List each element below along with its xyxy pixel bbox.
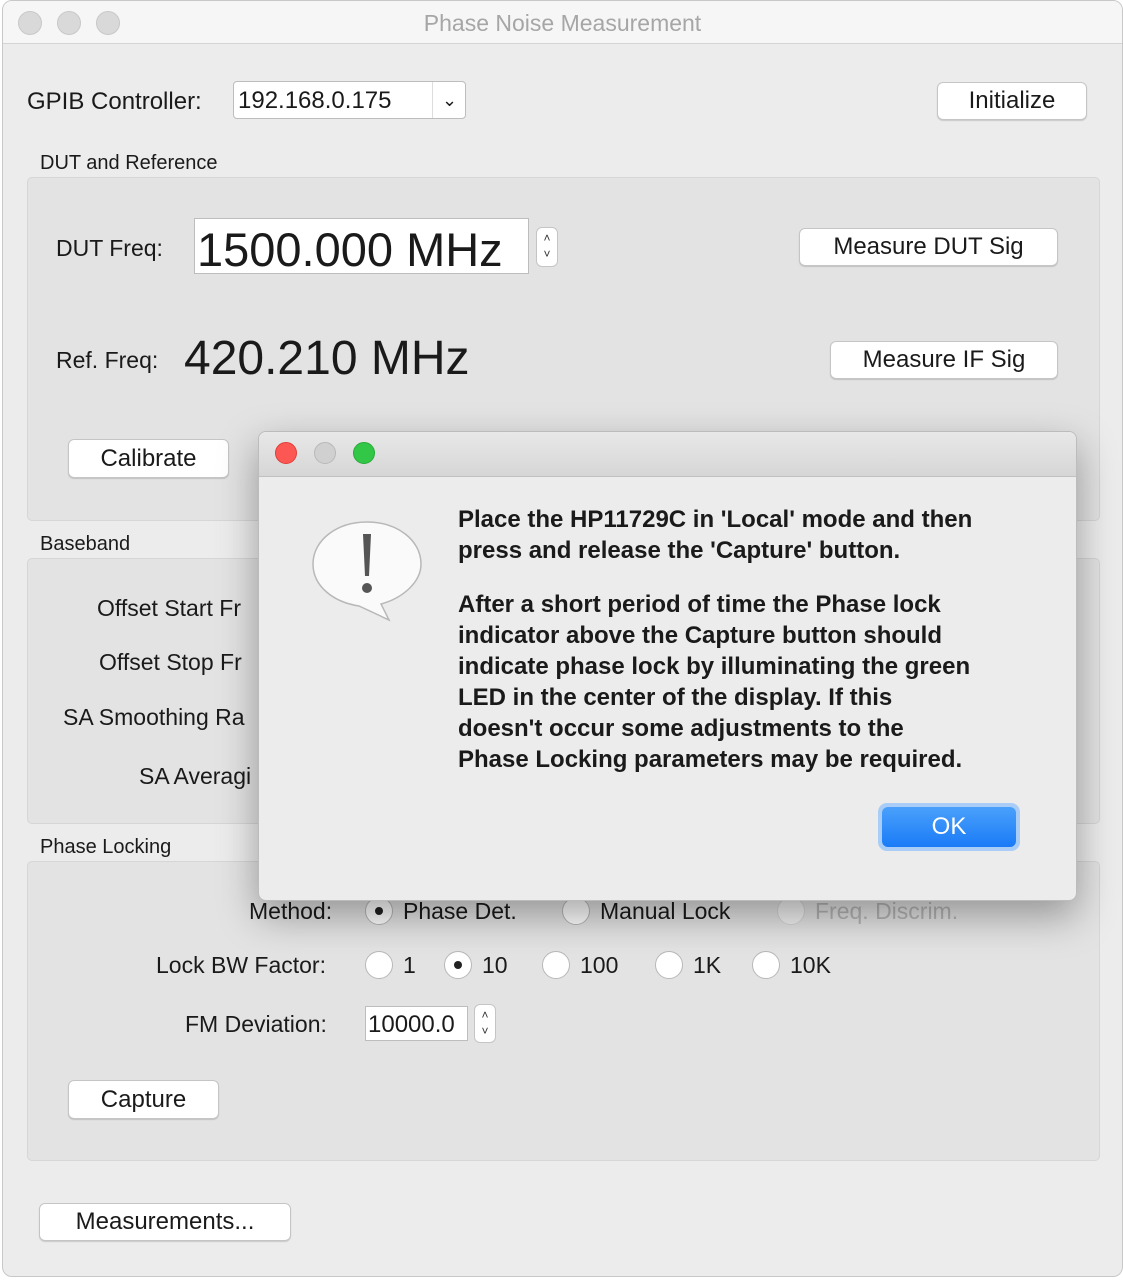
measure-dut-button[interactable]: Measure DUT Sig xyxy=(799,228,1058,266)
fm-deviation-value: 10000.0 xyxy=(368,1011,455,1038)
window-title: Phase Noise Measurement xyxy=(423,10,702,36)
dut-freq-stepper[interactable]: ˄ ˅ xyxy=(536,227,558,267)
offset-start-label: Offset Start Fr xyxy=(97,595,241,621)
ok-button[interactable]: OK xyxy=(882,807,1016,847)
initialize-button[interactable]: Initialize xyxy=(937,82,1087,120)
message-line: Place the HP11729C in 'Local' mode and t… xyxy=(458,506,973,533)
method-manual-lock-label: Manual Lock xyxy=(600,898,731,924)
chevron-down-icon[interactable]: ⌄ xyxy=(432,82,466,118)
dialog-title-bar xyxy=(259,432,1076,477)
bw-100-label: 100 xyxy=(580,952,619,978)
message-line: Phase Locking parameters may be required… xyxy=(458,746,963,773)
sa-smoothing-label: SA Smoothing Ra xyxy=(63,704,245,730)
method-freq-discrim-radio[interactable] xyxy=(777,897,805,925)
bw-1-radio[interactable] xyxy=(365,951,393,979)
sa-averaging-label: SA Averagi xyxy=(139,763,252,789)
dialog-close-button[interactable] xyxy=(275,442,297,464)
capture-button[interactable]: Capture xyxy=(68,1080,219,1119)
message-line: indicator above the Capture button shoul… xyxy=(458,622,943,649)
bw-10k-label: 10K xyxy=(790,952,831,978)
message-line: LED in the center of the display. If thi… xyxy=(458,684,893,711)
gpib-combo[interactable]: 192.168.0.175 ⌄ xyxy=(233,81,466,119)
bw-10-radio[interactable] xyxy=(444,951,472,979)
method-phase-det-radio[interactable] xyxy=(365,897,393,925)
fm-deviation-stepper[interactable]: ˄ ˅ xyxy=(474,1004,496,1043)
method-manual-lock-radio[interactable] xyxy=(562,897,590,925)
dialog-minimize-button[interactable] xyxy=(314,442,336,464)
message-line: doesn't occur some adjustments to the xyxy=(458,715,904,742)
offset-stop-label: Offset Stop Fr xyxy=(99,649,242,675)
fm-deviation-input[interactable]: 10000.0 xyxy=(365,1006,468,1041)
method-phase-det-label: Phase Det. xyxy=(403,898,517,924)
bw-1k-label: 1K xyxy=(693,952,722,978)
method-label: Method: xyxy=(249,898,333,924)
gpib-label: GPIB Controller: xyxy=(27,88,202,115)
bw-1-label: 1 xyxy=(403,952,416,978)
fm-deviation-label: FM Deviation: xyxy=(185,1011,327,1037)
phase-locking-group-title: Phase Locking xyxy=(40,836,172,858)
dialog-message-1: Place the HP11729C in 'Local' mode and t… xyxy=(458,504,1048,566)
gpib-value: 192.168.0.175 xyxy=(238,87,392,114)
dut-freq-label: DUT Freq: xyxy=(56,235,163,261)
ref-freq-label: Ref. Freq: xyxy=(56,347,159,373)
lock-bw-label: Lock BW Factor: xyxy=(156,952,326,978)
message-line: indicate phase lock by illuminating the … xyxy=(458,653,971,680)
dut-freq-value: 1500.000 MHz xyxy=(197,223,503,276)
measurements-button[interactable]: Measurements... xyxy=(39,1203,291,1241)
dut-freq-input[interactable]: 1500.000 MHz xyxy=(194,218,529,276)
bw-10k-radio[interactable] xyxy=(752,951,780,979)
calibrate-button[interactable]: Calibrate xyxy=(68,439,229,478)
dialog-message-2: After a short period of time the Phase l… xyxy=(458,589,1048,775)
title-bar: Phase Noise Measurement xyxy=(3,1,1122,44)
bw-10-label: 10 xyxy=(482,952,508,978)
method-freq-discrim-label: Freq. Discrim. xyxy=(815,898,959,924)
message-line: press and release the 'Capture' button. xyxy=(458,537,901,564)
baseband-group-title: Baseband xyxy=(40,533,131,555)
ref-freq-value: 420.210 MHz xyxy=(184,332,470,385)
exclamation-speech-bubble-icon xyxy=(312,521,422,622)
alert-dialog: Place the HP11729C in 'Local' mode and t… xyxy=(258,431,1077,901)
ok-focus-ring: OK xyxy=(878,803,1020,851)
measure-if-button[interactable]: Measure IF Sig xyxy=(830,341,1058,379)
message-line: After a short period of time the Phase l… xyxy=(458,591,941,618)
bw-100-radio[interactable] xyxy=(542,951,570,979)
dut-group-title: DUT and Reference xyxy=(40,152,218,174)
dialog-zoom-button[interactable] xyxy=(353,442,375,464)
bw-1k-radio[interactable] xyxy=(655,951,683,979)
